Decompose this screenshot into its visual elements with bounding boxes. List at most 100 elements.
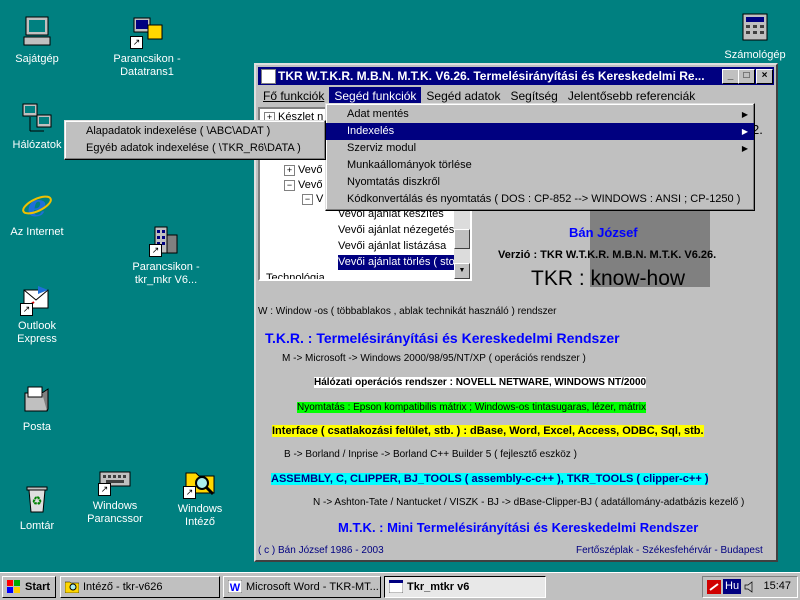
menu-main-functions[interactable]: Fő funkciók: [258, 87, 329, 105]
desktop-icon-my-computer[interactable]: Sajátgép: [0, 15, 82, 66]
taskbar-button-label: Tkr_mtkr v6: [407, 581, 470, 593]
printing-line: Nyomtatás : Epson kompatibilis mátrix ; …: [297, 402, 647, 413]
menu-item-label: Alapadatok indexelése ( \ABC\ADAT ): [86, 125, 271, 137]
tree-node-label: Vevői ajánlat törlés ( storn: [338, 256, 465, 268]
tree-node-selected[interactable]: Vevői ajánlat törlés ( storn: [338, 255, 465, 270]
clock[interactable]: 15:47: [763, 580, 791, 592]
start-button[interactable]: Start: [2, 576, 56, 598]
menu-item-code-convert-print[interactable]: Kódkonvertálás és nyomtatás ( DOS : CP-8…: [326, 191, 754, 208]
desktop-icon-label: Windows Intéző: [177, 503, 223, 528]
tree-node[interactable]: − V: [302, 192, 323, 207]
tree-node[interactable]: Vevői ajánlat nézegetés,: [338, 223, 457, 238]
submenu-arrow-icon: ▶: [741, 144, 748, 153]
version-text: Verzió : TKR W.T.K.R. M.B.N. M.T.K. V6.2…: [498, 249, 717, 261]
tkr-heading: T.K.R. : Termelésirányítási és Kereskede…: [265, 330, 620, 346]
menu-item-delete-work-files[interactable]: Munkaállományok törlése: [326, 157, 754, 174]
menu-item-print-from-disk[interactable]: Nyomtatás diszkről: [326, 174, 754, 191]
inbox-icon: [20, 383, 54, 417]
menu-item-indexing[interactable]: Indexelés ▶: [326, 123, 754, 140]
desktop-icon-label: Parancsikon - Datatrans1: [113, 53, 181, 78]
tray-app-icon[interactable]: [707, 580, 721, 594]
keyboard-icon: ↗: [98, 462, 132, 496]
scroll-down-icon[interactable]: ▼: [454, 263, 470, 279]
desktop-icon-explorer[interactable]: ↗ Windows Intéző: [155, 465, 245, 529]
menu-item-label: Nyomtatás diszkről: [347, 176, 440, 188]
copyright-text: ( c ) Bán József 1986 - 2003: [258, 545, 384, 556]
window-title: TKR W.T.K.R. M.B.N. M.T.K. V6.26. Termel…: [278, 69, 705, 83]
taskbar-button-label: Microsoft Word - TKR-MT...: [246, 581, 379, 593]
taskbar-button-label: Intéző - tkr-v626: [83, 581, 163, 593]
svg-text:♻: ♻: [32, 494, 43, 508]
desktop-icon-outlook[interactable]: ↗ Outlook Express: [0, 282, 82, 346]
menu-item-service-module[interactable]: Szerviz modul ▶: [326, 140, 754, 157]
recycle-bin-icon: ♻: [20, 482, 54, 516]
system-tray: Hu 15:47: [702, 576, 798, 598]
network-line: Hálózati operációs rendszer : NOVELL NET…: [314, 377, 647, 388]
menu-item-data-backup[interactable]: Adat mentés ▶: [326, 106, 754, 123]
desktop-icon-calculator[interactable]: Számológép: [710, 11, 800, 62]
speaker-icon[interactable]: [743, 580, 757, 594]
language-indicator[interactable]: Hu: [723, 579, 742, 594]
window-title-bar[interactable]: TKR W.T.K.R. M.B.N. M.T.K. V6.26. Termel…: [258, 67, 774, 85]
taskbar-button-word[interactable]: W Microsoft Word - TKR-MT...: [223, 576, 381, 598]
expand-icon[interactable]: +: [284, 164, 295, 176]
network-icon: [20, 101, 54, 135]
menu-item-label: Munkaállományok törlése: [347, 159, 472, 171]
tree-node-label: Vevő: [298, 164, 323, 176]
interface-line: Interface ( csatlakozási felület, stb. )…: [272, 425, 704, 437]
tree-node-label: Vevői ajánlat listázása: [338, 240, 447, 252]
mtk-heading: M.T.K. : Mini Termelésirányítási és Kere…: [338, 520, 699, 535]
desktop-icon-datatrans-shortcut[interactable]: ↗ Parancsikon - Datatrans1: [102, 15, 192, 79]
internet-explorer-icon: e: [20, 188, 54, 224]
collapse-icon[interactable]: −: [284, 179, 295, 191]
app-icon: [389, 580, 403, 593]
desktop-icon-internet[interactable]: e Az Internet: [0, 188, 82, 239]
indexing-submenu[interactable]: Alapadatok indexelése ( \ABC\ADAT ) Egyé…: [64, 120, 326, 160]
explorer-icon: [65, 581, 79, 593]
svg-text:W: W: [230, 582, 241, 593]
taskbar: Start Intéző - tkr-v626 W Microsoft Word…: [0, 572, 800, 600]
submenu-arrow-icon: ▶: [741, 110, 748, 119]
start-label: Start: [25, 581, 51, 593]
desktop-icon-label: Outlook Express: [17, 320, 57, 345]
menu-item-label: Szerviz modul: [347, 142, 417, 154]
desktop-icon-inbox[interactable]: Posta: [0, 383, 82, 434]
taskbar-button-tkr[interactable]: Tkr_mtkr v6: [384, 576, 546, 598]
tools-line: ASSEMBLY, C, CLIPPER, BJ_TOOLS ( assembl…: [271, 473, 709, 485]
computer-icon: [20, 15, 54, 49]
desktop-icon-label: Windows Parancssor: [87, 500, 143, 525]
big-title: TKR : know-how: [531, 267, 686, 290]
tree-node-label: Technológia: [266, 272, 325, 281]
desktop-icon-command-prompt[interactable]: ↗ Windows Parancssor: [70, 462, 160, 526]
tree-node[interactable]: Vevői ajánlat listázása: [338, 239, 446, 254]
tree-node-label: Vevői ajánlat nézegetés,: [338, 224, 458, 236]
menu-item-label: Egyéb adatok indexelése ( \TKR_R6\DATA ): [86, 142, 301, 154]
explorer-icon: ↗: [183, 465, 217, 499]
taskbar-button-explorer[interactable]: Intéző - tkr-v626: [60, 576, 220, 598]
submenu-arrow-icon: ▶: [741, 127, 748, 136]
menu-item-index-other-data[interactable]: Egyéb adatok indexelése ( \TKR_R6\DATA ): [65, 140, 325, 157]
menu-item-index-base-data[interactable]: Alapadatok indexelése ( \ABC\ADAT ): [65, 123, 325, 140]
tree-node[interactable]: + Vevő: [284, 163, 322, 178]
scroll-thumb[interactable]: [454, 229, 470, 249]
tree-node[interactable]: − Vevő: [284, 178, 322, 193]
collapse-icon[interactable]: −: [302, 193, 313, 205]
desktop-icon-tkr-shortcut[interactable]: ↗ Parancsikon - tkr_mkr V6...: [121, 223, 211, 287]
maximize-button[interactable]: □: [738, 69, 755, 84]
outlook-express-icon: ↗: [20, 282, 54, 316]
word-icon: W: [228, 580, 242, 593]
desktop-icon-label: Posta: [22, 421, 52, 433]
building-icon: ↗: [149, 223, 183, 257]
menu-item-label: Kódkonvertálás és nyomtatás ( DOS : CP-8…: [347, 193, 741, 205]
windows-logo-icon: [7, 580, 20, 593]
tree-node[interactable]: Technológia: [266, 271, 325, 281]
app-icon[interactable]: [261, 69, 276, 84]
desktop-icon-label: Az Internet: [10, 226, 64, 238]
minimize-button[interactable]: _: [722, 69, 739, 84]
helper-functions-menu[interactable]: Adat mentés ▶ Indexelés ▶ Szerviz modul ▶ M…: [325, 103, 755, 211]
desktop-icon-label: Számológép: [724, 49, 786, 61]
menu-item-label: Adat mentés: [347, 108, 409, 120]
close-button[interactable]: ×: [756, 69, 773, 84]
tree-node-label: Vevő: [298, 179, 323, 191]
ashton-tate-line: N -> Ashton-Tate / Nantucket / VISZK - B…: [313, 497, 745, 508]
